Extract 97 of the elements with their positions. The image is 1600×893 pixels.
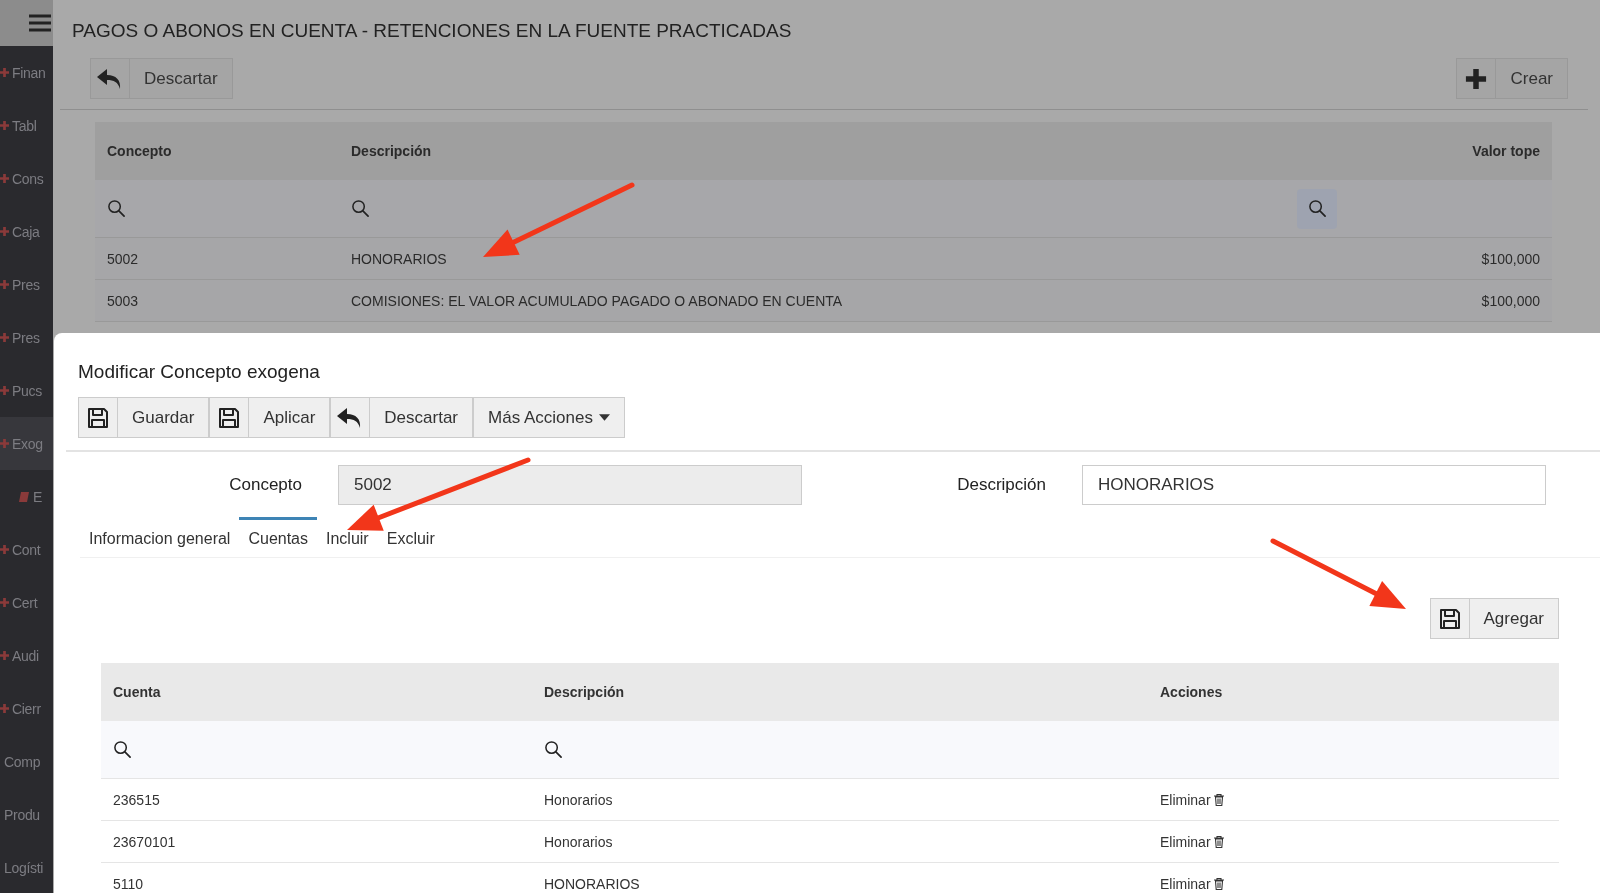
- plus-icon: [0, 174, 9, 183]
- sidebar-item[interactable]: Cons: [0, 152, 53, 205]
- column-header: Acciones: [1160, 684, 1223, 700]
- tab[interactable]: Informacion general: [80, 517, 240, 557]
- table-cell: COMISIONES: EL VALOR ACUMULADO PAGADO O ABONADO EN CUENTA: [351, 292, 843, 309]
- sidebar-item[interactable]: Tabl: [0, 99, 53, 152]
- plus-icon: [0, 227, 9, 236]
- menu-icon[interactable]: [29, 14, 51, 32]
- toolbar-button[interactable]: Aplicar: [209, 397, 331, 438]
- table-cell: 236515: [113, 791, 160, 808]
- caret-icon: [598, 414, 610, 421]
- plus-icon: [0, 651, 9, 660]
- trash-icon: [1213, 835, 1224, 848]
- table-cell: 5002: [107, 250, 139, 267]
- page-title: PAGOS O ABONOS EN CUENTA - RETENCIONES EN LA FUENTE PRACTICADAS: [72, 20, 793, 42]
- save-icon: [86, 405, 110, 430]
- table-cell: HONORARIOS: [544, 875, 640, 892]
- sidebar-label: Pucs: [12, 382, 42, 399]
- column-header: Cuenta: [113, 684, 161, 700]
- sidebar-label: Produ: [4, 806, 40, 823]
- tab[interactable]: Incluir: [317, 517, 378, 557]
- search-icon: [544, 740, 563, 759]
- sidebar-item[interactable]: Finan: [0, 46, 53, 99]
- sidebar-item[interactable]: Pres: [0, 311, 53, 364]
- sidebar-label: Exog: [12, 435, 43, 452]
- search-icon: [107, 199, 126, 218]
- column-header: Valor tope: [1472, 143, 1540, 159]
- table-cell: $100,000: [1481, 250, 1540, 267]
- column-header: Descripción: [351, 143, 432, 159]
- tab[interactable]: Excluir: [377, 517, 444, 557]
- search-button[interactable]: [1297, 188, 1337, 229]
- plus-icon: [0, 598, 9, 607]
- sidebar-item[interactable]: Exog: [0, 417, 53, 470]
- sidebar-label: Finan: [12, 64, 46, 81]
- table-cell: 5003: [107, 292, 139, 309]
- tab[interactable]: Cuentas: [239, 517, 317, 557]
- search-icon: [113, 740, 132, 759]
- sidebar-label: Caja: [12, 223, 40, 240]
- sidebar-item[interactable]: Caja: [0, 205, 53, 258]
- sidebar-item[interactable]: Audi: [0, 629, 53, 682]
- sidebar-item[interactable]: Cierr: [0, 682, 53, 735]
- plus-icon: [0, 439, 9, 448]
- column-header: Concepto: [107, 143, 172, 159]
- book-icon: [18, 490, 30, 503]
- trash-icon: [1213, 877, 1224, 890]
- save-icon: [1437, 606, 1462, 631]
- sidebar-label: Logísti: [4, 859, 44, 876]
- sidebar-item[interactable]: Comp: [0, 735, 53, 788]
- modal-title: Modificar Concepto exogena: [78, 361, 321, 383]
- delete-link[interactable]: Eliminar: [1160, 875, 1224, 892]
- plus-icon: [0, 333, 9, 342]
- create-button[interactable]: Crear: [1456, 58, 1568, 99]
- sidebar-label: Cont: [12, 541, 41, 558]
- sidebar-label: Cierr: [12, 700, 41, 717]
- field-label: Concepto: [228, 475, 302, 495]
- sidebar-item[interactable]: Produ: [0, 788, 53, 841]
- table-cell: $100,000: [1481, 292, 1540, 309]
- sidebar-item[interactable]: Pres: [0, 258, 53, 311]
- plus-icon: [1465, 67, 1488, 90]
- column-header: Descripción: [544, 684, 625, 700]
- sidebar-label: Tabl: [12, 117, 37, 134]
- table-cell: HONORARIOS: [351, 250, 447, 267]
- search-icon: [351, 199, 370, 218]
- sidebar-label: Pres: [12, 276, 40, 293]
- toolbar-button[interactable]: Descartar: [330, 397, 474, 438]
- sidebar-item[interactable]: Logísti: [0, 841, 53, 893]
- plus-icon: [0, 704, 9, 713]
- save-icon: [217, 405, 242, 430]
- plus-icon: [0, 545, 9, 554]
- sidebar-label: Audi: [12, 647, 39, 664]
- sidebar-label: Pres: [12, 329, 40, 346]
- trash-icon: [1213, 793, 1224, 806]
- plus-icon: [0, 68, 9, 77]
- sidebar-item[interactable]: Cont: [0, 523, 53, 576]
- add-button[interactable]: Agregar: [1429, 598, 1559, 639]
- sidebar-label: Comp: [4, 753, 41, 770]
- table-cell: 23670101: [113, 833, 176, 850]
- sidebar-item[interactable]: Pucs: [0, 364, 53, 417]
- table-cell: Honorarios: [544, 791, 613, 808]
- input-field[interactable]: HONORARIOS: [1082, 465, 1546, 505]
- sidebar-label: E: [33, 488, 43, 505]
- sidebar-label: Cert: [12, 594, 38, 611]
- table-cell: 5110: [113, 875, 144, 892]
- discard-button[interactable]: Descartar: [90, 58, 233, 99]
- toolbar-button[interactable]: Guardar: [78, 397, 210, 438]
- search-icon: [1307, 199, 1327, 218]
- plus-icon: [0, 121, 9, 130]
- table-cell: Honorarios: [544, 833, 613, 850]
- delete-link[interactable]: Eliminar: [1160, 833, 1224, 850]
- field-label: Descripción: [956, 475, 1046, 495]
- more-actions-button[interactable]: Más Acciones: [473, 397, 625, 438]
- plus-icon: [0, 386, 9, 395]
- sidebar-label: Cons: [12, 170, 44, 187]
- plus-icon: [0, 280, 9, 289]
- sidebar-item[interactable]: Cert: [0, 576, 53, 629]
- sidebar-item[interactable]: E: [0, 470, 53, 523]
- delete-link[interactable]: Eliminar: [1160, 791, 1224, 808]
